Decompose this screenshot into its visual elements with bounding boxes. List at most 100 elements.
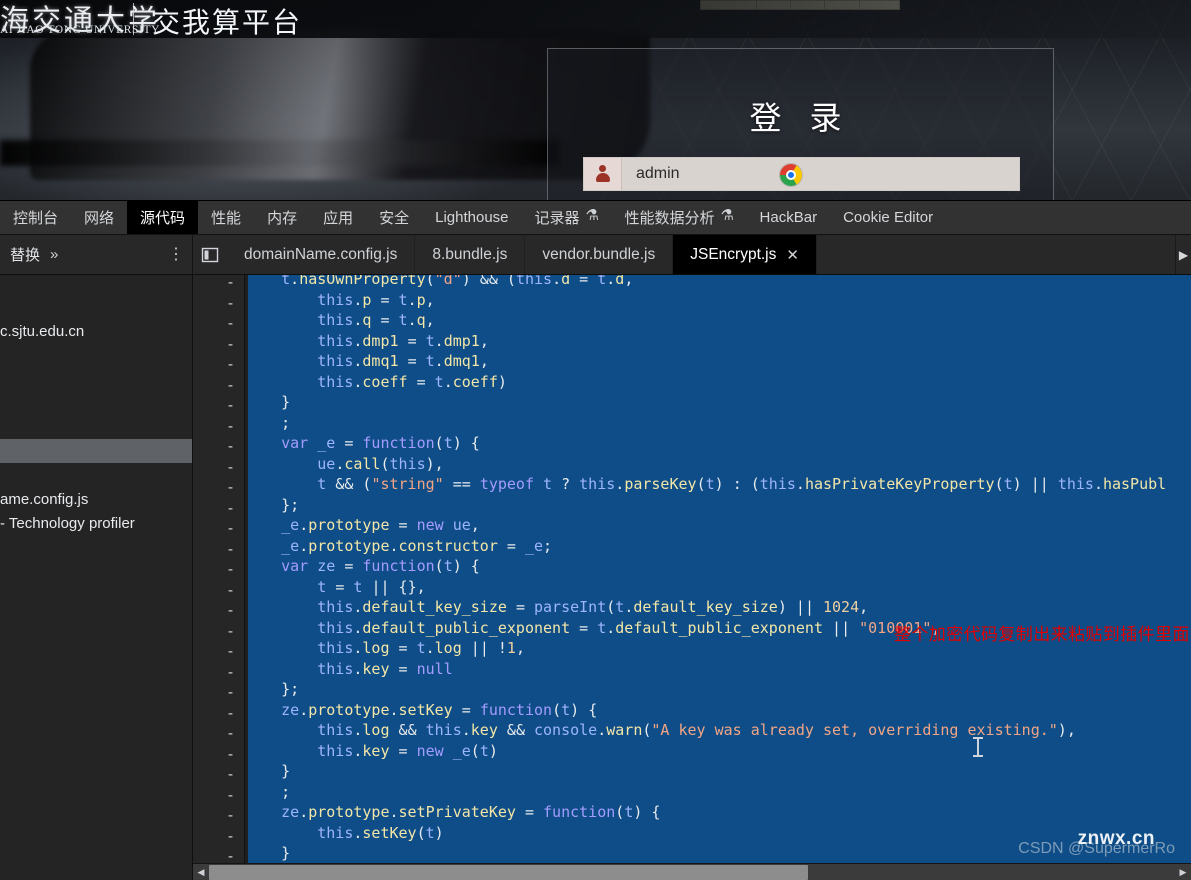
horizontal-scrollbar[interactable]: ◀ ▶ xyxy=(193,863,1191,880)
gutter-marker: - xyxy=(225,314,235,332)
tab-performance-insights-label: 性能数据分析 xyxy=(624,210,715,227)
gutter-marker: - xyxy=(225,396,235,414)
devtools-subbar: 替换 » ⋮ domainName.config.js 8.bundle.js xyxy=(0,235,1191,275)
list-item[interactable] xyxy=(0,415,192,439)
navigator-header: 替换 » ⋮ xyxy=(0,235,193,274)
list-item[interactable] xyxy=(0,275,192,319)
gutter-marker: - xyxy=(225,457,235,476)
tab-performance[interactable]: 性能 xyxy=(198,201,254,234)
code-viewport[interactable]: t.hasOwnProperty("d") && (this.d = t.d, … xyxy=(245,275,1191,863)
list-item[interactable]: ame.config.js xyxy=(0,487,192,511)
devtools-panel-tabbar: 控制台 网络 源代码 性能 内存 应用 安全 Lighthouse 记录器 性能… xyxy=(0,201,1191,235)
university-logo-en: AI JIAO TONG UNIVERSITY xyxy=(0,24,160,36)
gutter-marker: - xyxy=(225,683,235,701)
flask-icon xyxy=(586,206,599,224)
gutter-marker: - xyxy=(225,580,235,599)
university-logo: 海交通大学 AI JIAO TONG UNIVERSITY xyxy=(0,0,159,38)
gutter-marker: - xyxy=(225,375,235,394)
tab-memory-label: 内存 xyxy=(267,210,298,227)
gutter-marker: - xyxy=(225,334,235,353)
list-item[interactable] xyxy=(0,367,192,391)
close-icon[interactable]: ✕ xyxy=(786,246,799,264)
navigator-pane[interactable]: c.sjtu.edu.cn ame.config.js - Technology… xyxy=(0,275,193,880)
gutter-marker: - xyxy=(225,703,235,722)
username-icon-box xyxy=(584,158,622,190)
hero-image-streak xyxy=(0,140,560,166)
gutter-marker: - xyxy=(225,642,235,660)
gutter-marker: - xyxy=(225,785,235,804)
site-watermark: znwx.cn xyxy=(1077,828,1155,849)
gutter-marker: - xyxy=(225,806,235,824)
tab-sources-label: 源代码 xyxy=(140,210,186,227)
gutter-marker: - xyxy=(225,765,235,783)
list-item-selected[interactable] xyxy=(0,439,192,463)
tab-cookie-editor[interactable]: Cookie Editor xyxy=(830,201,946,234)
devtools-window: 控制台 网络 源代码 性能 内存 应用 安全 Lighthouse 记录器 性能… xyxy=(0,200,1191,880)
tab-security-label: 安全 xyxy=(379,210,410,227)
person-icon xyxy=(595,165,610,183)
list-item-label: ame.config.js xyxy=(0,490,89,508)
gutter-marker: - xyxy=(225,560,235,578)
list-item-label: c.sjtu.edu.cn xyxy=(0,322,85,340)
tab-console[interactable]: 控制台 xyxy=(0,201,71,234)
file-tab-vendor-bundle[interactable]: vendor.bundle.js xyxy=(525,235,674,274)
scroll-left-icon[interactable]: ◀ xyxy=(193,863,209,880)
code-editor[interactable]: - - - - - - - - - - - - - - - - - - - - - - - - - - - - - t.hasOwnPr… xyxy=(193,275,1191,880)
more-options-icon[interactable]: ⋮ xyxy=(168,246,184,262)
gutter-marker: - xyxy=(225,539,235,558)
chrome-icon[interactable] xyxy=(780,164,802,186)
tab-sources[interactable]: 源代码 xyxy=(127,201,199,234)
file-tab-8-bundle[interactable]: 8.bundle.js xyxy=(415,235,526,274)
toggle-navigator-icon[interactable] xyxy=(193,235,227,274)
file-tab-domainname-config[interactable]: domainName.config.js xyxy=(227,235,416,274)
scrollbar-thumb[interactable] xyxy=(209,864,808,880)
file-tab-label: 8.bundle.js xyxy=(432,245,508,263)
source-code[interactable]: t.hasOwnProperty("d") && (this.d = t.d, … xyxy=(245,275,1166,863)
gutter-marker: - xyxy=(225,744,235,763)
scrollbar-track[interactable] xyxy=(209,864,1175,880)
devtools-body: c.sjtu.edu.cn ame.config.js - Technology… xyxy=(0,275,1191,880)
list-item[interactable] xyxy=(0,463,192,487)
tab-console-label: 控制台 xyxy=(13,210,59,227)
gutter-marker: - xyxy=(225,416,235,435)
scroll-right-icon[interactable]: ▶ xyxy=(1175,863,1191,880)
overrides-tab-label[interactable]: 替换 xyxy=(10,244,40,265)
gutter-marker: - xyxy=(225,519,235,537)
list-item[interactable]: c.sjtu.edu.cn xyxy=(0,319,192,343)
tab-performance-insights[interactable]: 性能数据分析 xyxy=(612,201,747,234)
screenshot-root: 海交通大学 AI JIAO TONG UNIVERSITY 交我算平台 登 录 … xyxy=(0,0,1191,880)
tab-memory[interactable]: 内存 xyxy=(254,201,310,234)
login-panel: 登 录 admin xyxy=(547,48,1054,200)
list-item-label: - Technology profiler xyxy=(0,514,135,532)
username-field-wrapper[interactable]: admin xyxy=(583,157,1020,191)
gutter-marker: - xyxy=(225,826,235,845)
username-input[interactable]: admin xyxy=(636,165,680,183)
list-item[interactable]: - Technology profiler xyxy=(0,511,192,535)
gutter-marker: - xyxy=(225,621,235,640)
tab-recorder-label: 记录器 xyxy=(534,210,580,227)
login-title: 登 录 xyxy=(749,100,852,136)
gutter-marker: - xyxy=(225,275,235,291)
annotation-text: 整个加密代码复制出来粘贴到插件里面 xyxy=(894,625,1190,644)
chevron-right-icon[interactable]: » xyxy=(50,246,58,263)
tab-application[interactable]: 应用 xyxy=(310,201,366,234)
list-item[interactable] xyxy=(0,391,192,415)
file-tab-jsencrypt[interactable]: JSEncrypt.js ✕ xyxy=(673,235,817,274)
web-page-region: 海交通大学 AI JIAO TONG UNIVERSITY 交我算平台 登 录 … xyxy=(0,0,1191,200)
tab-lighthouse-label: Lighthouse xyxy=(435,209,509,226)
editor-gutter[interactable]: - - - - - - - - - - - - - - - - - - - - - - - - - - - - - xyxy=(193,275,245,865)
tab-recorder[interactable]: 记录器 xyxy=(522,201,612,234)
tabs-overflow-icon[interactable]: ▶ xyxy=(1175,235,1191,274)
tab-hackbar[interactable]: HackBar xyxy=(747,201,831,234)
tab-security[interactable]: 安全 xyxy=(366,201,422,234)
tab-network[interactable]: 网络 xyxy=(71,201,127,234)
site-header: 海交通大学 AI JIAO TONG UNIVERSITY 交我算平台 xyxy=(0,0,1191,38)
tab-performance-label: 性能 xyxy=(211,210,242,227)
list-item[interactable] xyxy=(0,343,192,367)
flask-icon xyxy=(721,206,734,224)
tab-network-label: 网络 xyxy=(84,210,115,227)
file-tab-label: JSEncrypt.js xyxy=(690,245,777,263)
text-cursor-icon xyxy=(973,737,983,757)
site-title: 交我算平台 xyxy=(152,7,303,38)
tab-lighthouse[interactable]: Lighthouse xyxy=(422,201,521,234)
